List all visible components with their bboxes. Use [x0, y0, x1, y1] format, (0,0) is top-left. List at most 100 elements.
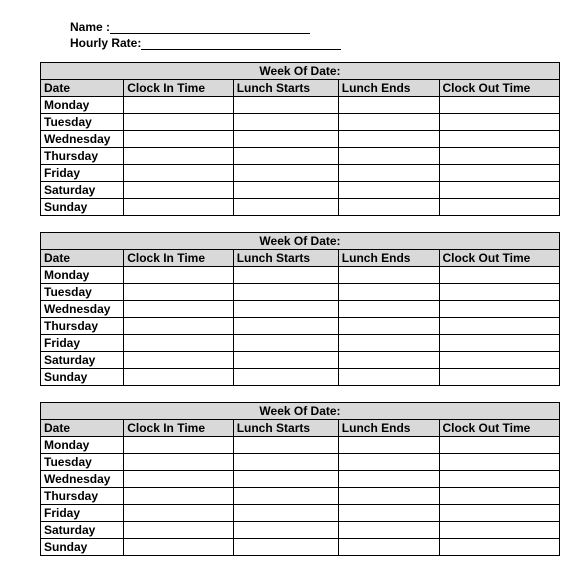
lunch-end-cell[interactable]	[338, 131, 439, 148]
lunch-start-cell[interactable]	[233, 301, 338, 318]
lunch-end-cell[interactable]	[338, 165, 439, 182]
lunch-end-cell[interactable]	[338, 97, 439, 114]
day-cell: Sunday	[41, 539, 124, 556]
table-row: Thursday	[41, 318, 560, 335]
clock-out-cell[interactable]	[439, 301, 559, 318]
lunch-end-cell[interactable]	[338, 182, 439, 199]
clock-in-cell[interactable]	[124, 199, 233, 216]
clock-out-cell[interactable]	[439, 114, 559, 131]
lunch-start-cell[interactable]	[233, 165, 338, 182]
clock-out-cell[interactable]	[439, 471, 559, 488]
clock-out-cell[interactable]	[439, 488, 559, 505]
lunch-start-cell[interactable]	[233, 335, 338, 352]
clock-out-cell[interactable]	[439, 267, 559, 284]
clock-out-cell[interactable]	[439, 352, 559, 369]
lunch-end-cell[interactable]	[338, 505, 439, 522]
lunch-start-cell[interactable]	[233, 522, 338, 539]
lunch-start-cell[interactable]	[233, 369, 338, 386]
clock-out-cell[interactable]	[439, 165, 559, 182]
lunch-end-cell[interactable]	[338, 148, 439, 165]
clock-in-cell[interactable]	[124, 335, 233, 352]
column-header-clock-in: Clock In Time	[124, 80, 233, 97]
clock-in-cell[interactable]	[124, 505, 233, 522]
clock-out-cell[interactable]	[439, 505, 559, 522]
clock-out-cell[interactable]	[439, 522, 559, 539]
lunch-end-cell[interactable]	[338, 335, 439, 352]
clock-in-cell[interactable]	[124, 165, 233, 182]
lunch-end-cell[interactable]	[338, 369, 439, 386]
lunch-end-cell[interactable]	[338, 114, 439, 131]
clock-in-cell[interactable]	[124, 369, 233, 386]
lunch-start-cell[interactable]	[233, 471, 338, 488]
clock-in-cell[interactable]	[124, 97, 233, 114]
column-header-lunch-ends: Lunch Ends	[338, 250, 439, 267]
lunch-start-cell[interactable]	[233, 284, 338, 301]
clock-in-cell[interactable]	[124, 301, 233, 318]
clock-in-cell[interactable]	[124, 318, 233, 335]
clock-in-cell[interactable]	[124, 522, 233, 539]
lunch-start-cell[interactable]	[233, 267, 338, 284]
week-of-date-header: Week Of Date:	[41, 403, 560, 420]
lunch-start-cell[interactable]	[233, 182, 338, 199]
lunch-end-cell[interactable]	[338, 471, 439, 488]
lunch-start-cell[interactable]	[233, 148, 338, 165]
table-row: Saturday	[41, 352, 560, 369]
clock-out-cell[interactable]	[439, 97, 559, 114]
clock-out-cell[interactable]	[439, 148, 559, 165]
lunch-start-cell[interactable]	[233, 131, 338, 148]
lunch-end-cell[interactable]	[338, 267, 439, 284]
clock-in-cell[interactable]	[124, 454, 233, 471]
column-header-lunch-starts: Lunch Starts	[233, 80, 338, 97]
lunch-start-cell[interactable]	[233, 352, 338, 369]
table-row: Monday	[41, 267, 560, 284]
rate-input-line[interactable]	[141, 36, 341, 50]
name-label: Name :	[70, 20, 110, 34]
lunch-start-cell[interactable]	[233, 505, 338, 522]
table-row: Sunday	[41, 369, 560, 386]
clock-in-cell[interactable]	[124, 267, 233, 284]
lunch-start-cell[interactable]	[233, 318, 338, 335]
clock-in-cell[interactable]	[124, 471, 233, 488]
clock-out-cell[interactable]	[439, 182, 559, 199]
table-row: Friday	[41, 335, 560, 352]
clock-in-cell[interactable]	[124, 148, 233, 165]
name-input-line[interactable]	[110, 20, 310, 34]
lunch-end-cell[interactable]	[338, 522, 439, 539]
clock-in-cell[interactable]	[124, 437, 233, 454]
lunch-end-cell[interactable]	[338, 352, 439, 369]
table-row: Saturday	[41, 522, 560, 539]
clock-in-cell[interactable]	[124, 131, 233, 148]
lunch-end-cell[interactable]	[338, 199, 439, 216]
clock-out-cell[interactable]	[439, 369, 559, 386]
lunch-start-cell[interactable]	[233, 437, 338, 454]
week-of-date-header: Week Of Date:	[41, 63, 560, 80]
clock-in-cell[interactable]	[124, 114, 233, 131]
clock-out-cell[interactable]	[439, 539, 559, 556]
lunch-end-cell[interactable]	[338, 488, 439, 505]
lunch-start-cell[interactable]	[233, 488, 338, 505]
clock-in-cell[interactable]	[124, 539, 233, 556]
lunch-end-cell[interactable]	[338, 284, 439, 301]
clock-in-cell[interactable]	[124, 488, 233, 505]
clock-out-cell[interactable]	[439, 284, 559, 301]
lunch-start-cell[interactable]	[233, 199, 338, 216]
lunch-start-cell[interactable]	[233, 97, 338, 114]
lunch-start-cell[interactable]	[233, 114, 338, 131]
clock-out-cell[interactable]	[439, 335, 559, 352]
clock-out-cell[interactable]	[439, 437, 559, 454]
clock-out-cell[interactable]	[439, 131, 559, 148]
lunch-end-cell[interactable]	[338, 454, 439, 471]
lunch-end-cell[interactable]	[338, 437, 439, 454]
clock-in-cell[interactable]	[124, 182, 233, 199]
lunch-start-cell[interactable]	[233, 539, 338, 556]
clock-in-cell[interactable]	[124, 352, 233, 369]
lunch-end-cell[interactable]	[338, 301, 439, 318]
clock-out-cell[interactable]	[439, 454, 559, 471]
clock-out-cell[interactable]	[439, 199, 559, 216]
lunch-end-cell[interactable]	[338, 318, 439, 335]
table-row: Friday	[41, 165, 560, 182]
clock-out-cell[interactable]	[439, 318, 559, 335]
lunch-start-cell[interactable]	[233, 454, 338, 471]
clock-in-cell[interactable]	[124, 284, 233, 301]
lunch-end-cell[interactable]	[338, 539, 439, 556]
